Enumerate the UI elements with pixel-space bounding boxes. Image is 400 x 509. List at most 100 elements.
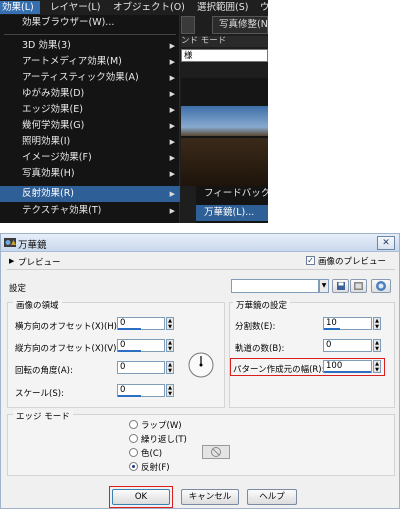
divisions-input[interactable]: 10 bbox=[323, 317, 372, 330]
rotation-dial[interactable] bbox=[187, 351, 215, 379]
value-bar bbox=[118, 350, 141, 352]
edge-reflect-radio[interactable] bbox=[129, 462, 138, 471]
horizontal-offset-label: 横方向のオフセット(X)(H): bbox=[15, 322, 120, 332]
blend-mode-label: ンド モード bbox=[181, 36, 268, 47]
submenu-arrow-icon: ▶ bbox=[169, 170, 175, 178]
ok-button[interactable]: OK bbox=[112, 489, 170, 505]
menu-item-illumination[interactable]: 照明効果(I) ▶ bbox=[0, 134, 180, 150]
pattern-width-stepper[interactable]: ▲ ▼ bbox=[373, 360, 381, 373]
reset-button[interactable] bbox=[371, 279, 391, 293]
effects-menu-screenshot: 効果(L) レイヤー(L) オブジェクト(O) 選択範囲(S) ウ 写真修整(N… bbox=[0, 0, 268, 223]
edge-reflect-label: 反射(F) bbox=[141, 463, 170, 473]
value-bar bbox=[118, 328, 141, 330]
preset-dropdown-button[interactable]: ▼ bbox=[319, 279, 329, 293]
value-bar bbox=[324, 328, 341, 330]
scale-stepper[interactable]: ▲ ▼ bbox=[166, 384, 174, 397]
menu-item-label: 写真効果(H) bbox=[22, 168, 75, 179]
divider bbox=[7, 269, 395, 270]
menu-item-label: アーティスティック効果(A) bbox=[22, 72, 139, 83]
reset-icon bbox=[376, 281, 386, 291]
toolbar-button[interactable] bbox=[181, 16, 195, 34]
menu-item-geometric[interactable]: 幾何学効果(G) ▶ bbox=[0, 118, 180, 134]
submenu-arrow-icon: ▶ bbox=[169, 74, 175, 82]
edge-color-label: 色(C) bbox=[141, 449, 163, 459]
preset-options-button[interactable] bbox=[350, 279, 367, 293]
submenu-arrow-icon: ▶ bbox=[169, 207, 175, 215]
orbits-input[interactable]: 0 bbox=[323, 339, 372, 352]
menu-item-art-media[interactable]: アートメディア効果(M) ▶ bbox=[0, 54, 180, 70]
menu-item-reflection[interactable]: 反射効果(R) ▶ bbox=[0, 186, 180, 202]
menu-item-label: アートメディア効果(M) bbox=[22, 56, 122, 67]
vertical-offset-input[interactable]: 0 bbox=[117, 339, 165, 352]
scale-label: スケール(S): bbox=[15, 389, 64, 399]
menu-item-label: 反射効果(R) bbox=[22, 188, 75, 199]
photo-fix-button[interactable]: 写真修整(N) bbox=[212, 16, 268, 34]
edge-mode-group bbox=[7, 414, 395, 476]
menu-window[interactable]: ウ bbox=[258, 1, 268, 14]
menu-selection[interactable]: 選択範囲(S) bbox=[195, 1, 250, 14]
submenu-item-kaleidoscope[interactable]: 万華鏡(L)... bbox=[196, 205, 268, 221]
dialog-title: 万華鏡 bbox=[18, 240, 47, 251]
edge-repeat-label: 繰り返し(T) bbox=[141, 435, 187, 445]
vertical-offset-label: 縦方向のオフセット(X)(V): bbox=[15, 344, 120, 354]
edge-wrap-radio[interactable] bbox=[129, 420, 138, 429]
menu-item-label: ゆがみ効果(D) bbox=[22, 88, 85, 99]
submenu-arrow-icon: ▶ bbox=[169, 58, 175, 66]
scale-input[interactable]: 0 bbox=[117, 384, 165, 397]
menu-item-texture[interactable]: テクスチャ効果(T) ▶ bbox=[0, 203, 180, 219]
submenu-item-feedback[interactable]: フィードバック bbox=[196, 186, 268, 202]
menu-item-artistic[interactable]: アーティスティック効果(A) ▶ bbox=[0, 70, 180, 86]
blend-mode-select[interactable]: 様 bbox=[181, 49, 268, 62]
preset-select[interactable] bbox=[231, 279, 319, 293]
menu-bar: 効果(L) レイヤー(L) オブジェクト(O) 選択範囲(S) ウ bbox=[0, 0, 268, 15]
menu-item-effect-browser[interactable]: 効果ブラウザー(W)... bbox=[0, 15, 180, 31]
menu-item-label: 幾何学効果(G) bbox=[22, 120, 85, 131]
image-preview-checkbox[interactable]: ✓ bbox=[306, 256, 315, 265]
edge-color-swatch[interactable] bbox=[202, 445, 230, 459]
effects-dropdown: 効果ブラウザー(W)... 3D 効果(3) ▶ アートメディア効果(M) ▶ アー… bbox=[0, 15, 180, 223]
expand-arrow-icon[interactable]: ▶ bbox=[9, 257, 14, 265]
horizontal-offset-input[interactable]: 0 bbox=[117, 317, 165, 330]
menu-item-label: 照明効果(I) bbox=[22, 136, 71, 147]
orbits-label: 軌道の数(B): bbox=[235, 344, 285, 354]
chevron-down-icon: ▼ bbox=[321, 282, 327, 289]
save-icon bbox=[337, 282, 345, 290]
menu-item-label: 効果ブラウザー(W)... bbox=[22, 17, 115, 28]
vertical-offset-stepper[interactable]: ▲ ▼ bbox=[166, 339, 174, 352]
image-region-title: 画像の領域 bbox=[13, 299, 62, 311]
horizontal-offset-stepper[interactable]: ▲ ▼ bbox=[166, 317, 174, 330]
divisions-label: 分割数(E): bbox=[235, 322, 276, 332]
menu-item-edge[interactable]: エッジ効果(E) ▶ bbox=[0, 102, 180, 118]
app-icon bbox=[4, 238, 16, 247]
submenu-arrow-icon: ▶ bbox=[169, 106, 175, 114]
kaleidoscope-settings-title: 万華鏡の設定 bbox=[233, 299, 291, 311]
help-button[interactable]: ヘルプ bbox=[247, 489, 297, 505]
reflection-submenu: フィードバック 万華鏡(L)... bbox=[196, 186, 268, 223]
orbits-stepper[interactable]: ▲ ▼ bbox=[373, 339, 381, 352]
value-bar bbox=[324, 371, 371, 373]
divisions-stepper[interactable]: ▲ ▼ bbox=[373, 317, 381, 330]
rotation-stepper[interactable]: ▲ ▼ bbox=[166, 361, 174, 374]
menu-object[interactable]: オブジェクト(O) bbox=[111, 1, 187, 14]
submenu-arrow-icon: ▶ bbox=[169, 154, 175, 162]
menu-item-image[interactable]: イメージ効果(F) ▶ bbox=[0, 150, 180, 166]
menu-item-label: イメージ効果(F) bbox=[22, 152, 92, 163]
edge-color-radio[interactable] bbox=[129, 448, 138, 457]
wood-thumbnail bbox=[181, 138, 268, 186]
menu-item-distortion[interactable]: ゆがみ効果(D) ▶ bbox=[0, 86, 180, 102]
menu-effects[interactable]: 効果(L) bbox=[0, 1, 40, 14]
save-preset-button[interactable] bbox=[332, 279, 349, 293]
kaleidoscope-dialog: 万華鏡 ✕ ▶ プレビュー ✓ 画像のプレビュー 設定 ▼ 画像の領域 横方向の… bbox=[0, 233, 400, 509]
menu-item-photo[interactable]: 写真効果(H) ▶ bbox=[0, 166, 180, 182]
menu-item-3d[interactable]: 3D 効果(3) ▶ bbox=[0, 38, 180, 54]
dialog-titlebar: 万華鏡 ✕ bbox=[1, 234, 399, 252]
close-icon: ✕ bbox=[382, 238, 390, 248]
preview-toggle-label[interactable]: プレビュー bbox=[18, 256, 61, 268]
rotation-input[interactable]: 0 bbox=[117, 361, 165, 374]
close-button[interactable]: ✕ bbox=[377, 236, 395, 250]
cancel-button[interactable]: キャンセル bbox=[181, 489, 239, 505]
sky-thumbnail bbox=[181, 106, 268, 136]
edge-repeat-radio[interactable] bbox=[129, 434, 138, 443]
pattern-width-input[interactable]: 100 bbox=[323, 360, 372, 373]
menu-layer[interactable]: レイヤー(L) bbox=[48, 1, 102, 14]
